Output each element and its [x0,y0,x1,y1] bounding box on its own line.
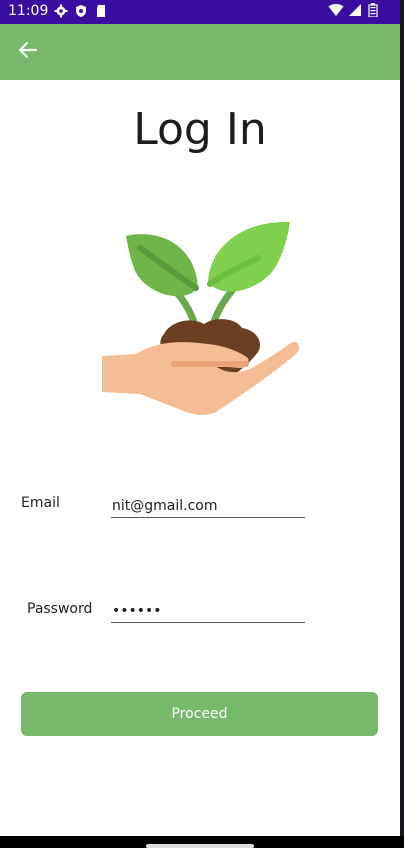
status-bar: 11:09 [0,0,400,24]
shield-icon [74,4,88,18]
signal-icon [348,3,362,17]
password-field[interactable] [111,601,305,623]
window-edge [400,0,404,848]
sd-card-icon [94,4,108,18]
wifi-icon [328,3,344,17]
app-bar [0,24,400,80]
battery-icon [368,3,382,18]
page-title: Log In [133,104,267,155]
password-label: Password [27,601,93,617]
app-screen: 11:09 Log In Email nit@gmail.com Passwor… [0,0,400,836]
arrow-left-icon [18,40,38,65]
status-time: 11:09 [8,3,49,19]
home-gesture-handle[interactable] [146,844,254,848]
settings-icon [54,4,68,18]
plant-in-hand-illustration [102,221,299,415]
email-label: Email [21,495,60,511]
back-button[interactable] [14,38,42,66]
email-field[interactable] [111,496,305,518]
proceed-button[interactable]: Proceed [21,692,378,736]
